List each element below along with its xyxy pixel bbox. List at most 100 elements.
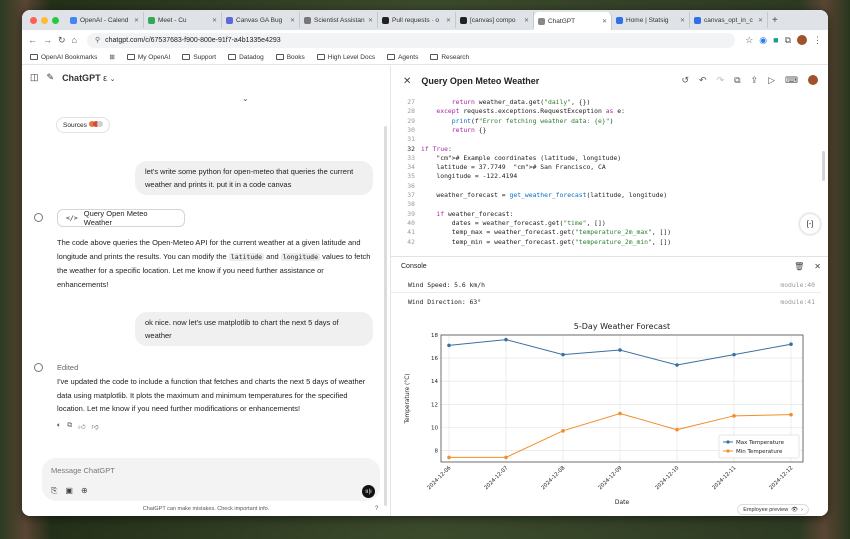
extension-icon[interactable]: ◉ (759, 35, 767, 46)
folder-icon (430, 54, 439, 60)
url-field[interactable]: ⚲ chatgpt.com/c/67537683-f900-800e-91f7-… (86, 32, 736, 48)
line-number: 27 (407, 98, 415, 106)
bookmark-item[interactable]: Agents (387, 54, 418, 61)
bookmark-item[interactable]: OpenAI Bookmarks (30, 54, 97, 61)
y-tick-label: 18 (431, 333, 438, 339)
browser-tab[interactable]: canvas_opt_in_c ✕ (690, 12, 768, 28)
undo-icon[interactable]: ↶ (699, 75, 707, 86)
line-number: 34 (407, 163, 415, 172)
code-editor[interactable]: 27 return weather_data.get("daily", {}) 2… (391, 96, 828, 251)
tab-close-icon[interactable]: ✕ (212, 17, 217, 24)
browser-tab[interactable]: Scientist Assistan ✕ (300, 12, 378, 28)
scroll-down-icon[interactable]: ⌄ (242, 94, 249, 103)
new-chat-icon[interactable]: ✎ (47, 72, 55, 83)
browser-tab[interactable]: Home | Statsig ✕ (612, 12, 690, 28)
folder-icon (275, 54, 284, 60)
maximize-window-button[interactable] (52, 16, 59, 24)
terminal-icon[interactable]: ⌨ (785, 75, 798, 86)
extensions-icon[interactable]: ⧉ (785, 35, 791, 46)
code-line: if True: (421, 144, 452, 153)
thumbs-down-icon[interactable]: 👎︎ (92, 422, 99, 431)
bookmark-item[interactable]: Support (182, 54, 216, 61)
profile-avatar[interactable] (797, 35, 807, 45)
tab-close-icon[interactable]: ✕ (134, 17, 139, 24)
tab-close-icon[interactable]: ✕ (290, 17, 295, 24)
browser-tab[interactable]: Meet - Cu ✕ (144, 12, 222, 28)
code-actions-button[interactable]: [-] (800, 214, 820, 234)
tab-favicon-icon (304, 16, 311, 24)
apps-grid-icon[interactable]: ⊞ (109, 53, 114, 61)
assistant-avatar (34, 213, 43, 222)
bookmark-item[interactable]: My OpenAI (126, 53, 171, 61)
folder-icon (228, 54, 237, 60)
tab-favicon-icon (694, 16, 701, 24)
attach-icon[interactable]: ⎘ (51, 486, 57, 496)
image-icon[interactable]: ▣ (65, 486, 73, 496)
extension-icon-2[interactable]: ■ (773, 35, 778, 45)
user-avatar[interactable] (808, 75, 818, 85)
new-tab-button[interactable]: + (772, 15, 778, 26)
user-message-text: let's write some python for open-meteo t… (145, 167, 354, 189)
tab-close-icon[interactable]: ✕ (602, 18, 607, 25)
waveform-icon: ıı|ı (365, 488, 372, 495)
globe-icon[interactable]: ⊕ (81, 486, 88, 496)
minimize-window-button[interactable] (41, 16, 48, 24)
data-point (618, 348, 622, 352)
bookmark-star-icon[interactable]: ☆ (745, 35, 753, 46)
share-icon[interactable]: ⇪ (751, 75, 759, 86)
browser-window: OpenAI - Calend ✕ Meet - Cu ✕ Canvas GA Bug ✕… (22, 10, 828, 516)
model-selector[interactable]: ChatGPT ε ⌄ (62, 73, 115, 83)
browser-tab[interactable]: Pull requests · o ✕ (378, 12, 456, 28)
browser-tab[interactable]: Canvas GA Bug ✕ (222, 12, 300, 28)
console-module: module:40 (780, 281, 815, 289)
browser-menu-icon[interactable]: ⋮ (813, 35, 822, 46)
browser-tab[interactable]: OpenAI - Calend ✕ (66, 12, 144, 28)
copy-icon[interactable]: ⧉ (67, 422, 72, 431)
run-icon[interactable]: ▷ (768, 75, 775, 86)
tab-label: Canvas GA Bug (236, 16, 283, 24)
close-window-button[interactable] (30, 16, 37, 24)
bookmark-item[interactable]: High Level Docs (316, 54, 375, 61)
chat-header: ◫ ✎ ChatGPT ε ⌄ (30, 72, 116, 83)
sidebar-toggle-icon[interactable]: ◫ (30, 72, 39, 83)
message-composer[interactable]: Message ChatGPT ⎘ ▣ ⊕ ıı|ı (42, 458, 380, 501)
brackets-icon: [-] (806, 220, 814, 228)
history-icon[interactable]: ↺ (681, 75, 689, 86)
y-tick-label: 10 (431, 425, 438, 431)
trash-icon[interactable]: 🗑︎ (794, 262, 804, 271)
sources-button[interactable]: Sources (56, 117, 110, 133)
bookmark-item[interactable]: Books (275, 53, 305, 61)
tab-close-icon[interactable]: ✕ (368, 17, 373, 24)
chat-scrollbar[interactable] (384, 126, 387, 506)
bookmark-label: Books (286, 53, 305, 61)
tab-close-icon[interactable]: ✕ (680, 17, 685, 24)
tab-close-icon[interactable]: ✕ (758, 17, 763, 24)
bookmark-item[interactable]: Datadog (228, 54, 264, 61)
read-aloud-icon[interactable]: 🔈︎ (57, 422, 61, 431)
browser-tab[interactable]: [canvas] compo ✕ (456, 12, 534, 28)
reload-icon[interactable]: ↻ (58, 35, 66, 46)
home-icon[interactable]: ⌂ (72, 35, 77, 45)
thumbs-up-icon[interactable]: 👍︎ (78, 422, 85, 431)
employee-preview-badge[interactable]: Employee preview 👁︎ › (737, 504, 809, 515)
line-number: 39 (407, 209, 415, 218)
redo-icon[interactable]: ↷ (717, 75, 725, 86)
tab-close-icon[interactable]: ✕ (524, 17, 529, 24)
editor-scrollbar[interactable] (822, 151, 825, 181)
code-line: temp_min = weather_forecast.get("tempera… (421, 237, 672, 246)
browser-tab[interactable]: ChatGPT ✕ (534, 12, 612, 30)
bookmark-label: My OpenAI (137, 53, 171, 61)
close-console-icon[interactable]: ✕ (814, 262, 821, 271)
help-icon[interactable]: ? (375, 506, 378, 512)
copy-icon[interactable]: ⧉ (734, 75, 740, 86)
tab-favicon-icon (148, 16, 155, 24)
forward-icon[interactable]: → (43, 35, 52, 45)
site-info-icon[interactable]: ⚲ (95, 36, 100, 44)
voice-mode-button[interactable]: ıı|ı (362, 485, 375, 498)
bookmark-item[interactable]: Research (430, 54, 469, 61)
disclaimer: ChatGPT can make mistakes. Check importa… (142, 506, 270, 512)
canvas-chip-button[interactable]: </> Query Open Meteo Weather (57, 209, 185, 227)
back-icon[interactable]: ← (28, 35, 37, 45)
close-canvas-icon[interactable]: ✕ (403, 76, 411, 87)
tab-close-icon[interactable]: ✕ (446, 17, 451, 24)
